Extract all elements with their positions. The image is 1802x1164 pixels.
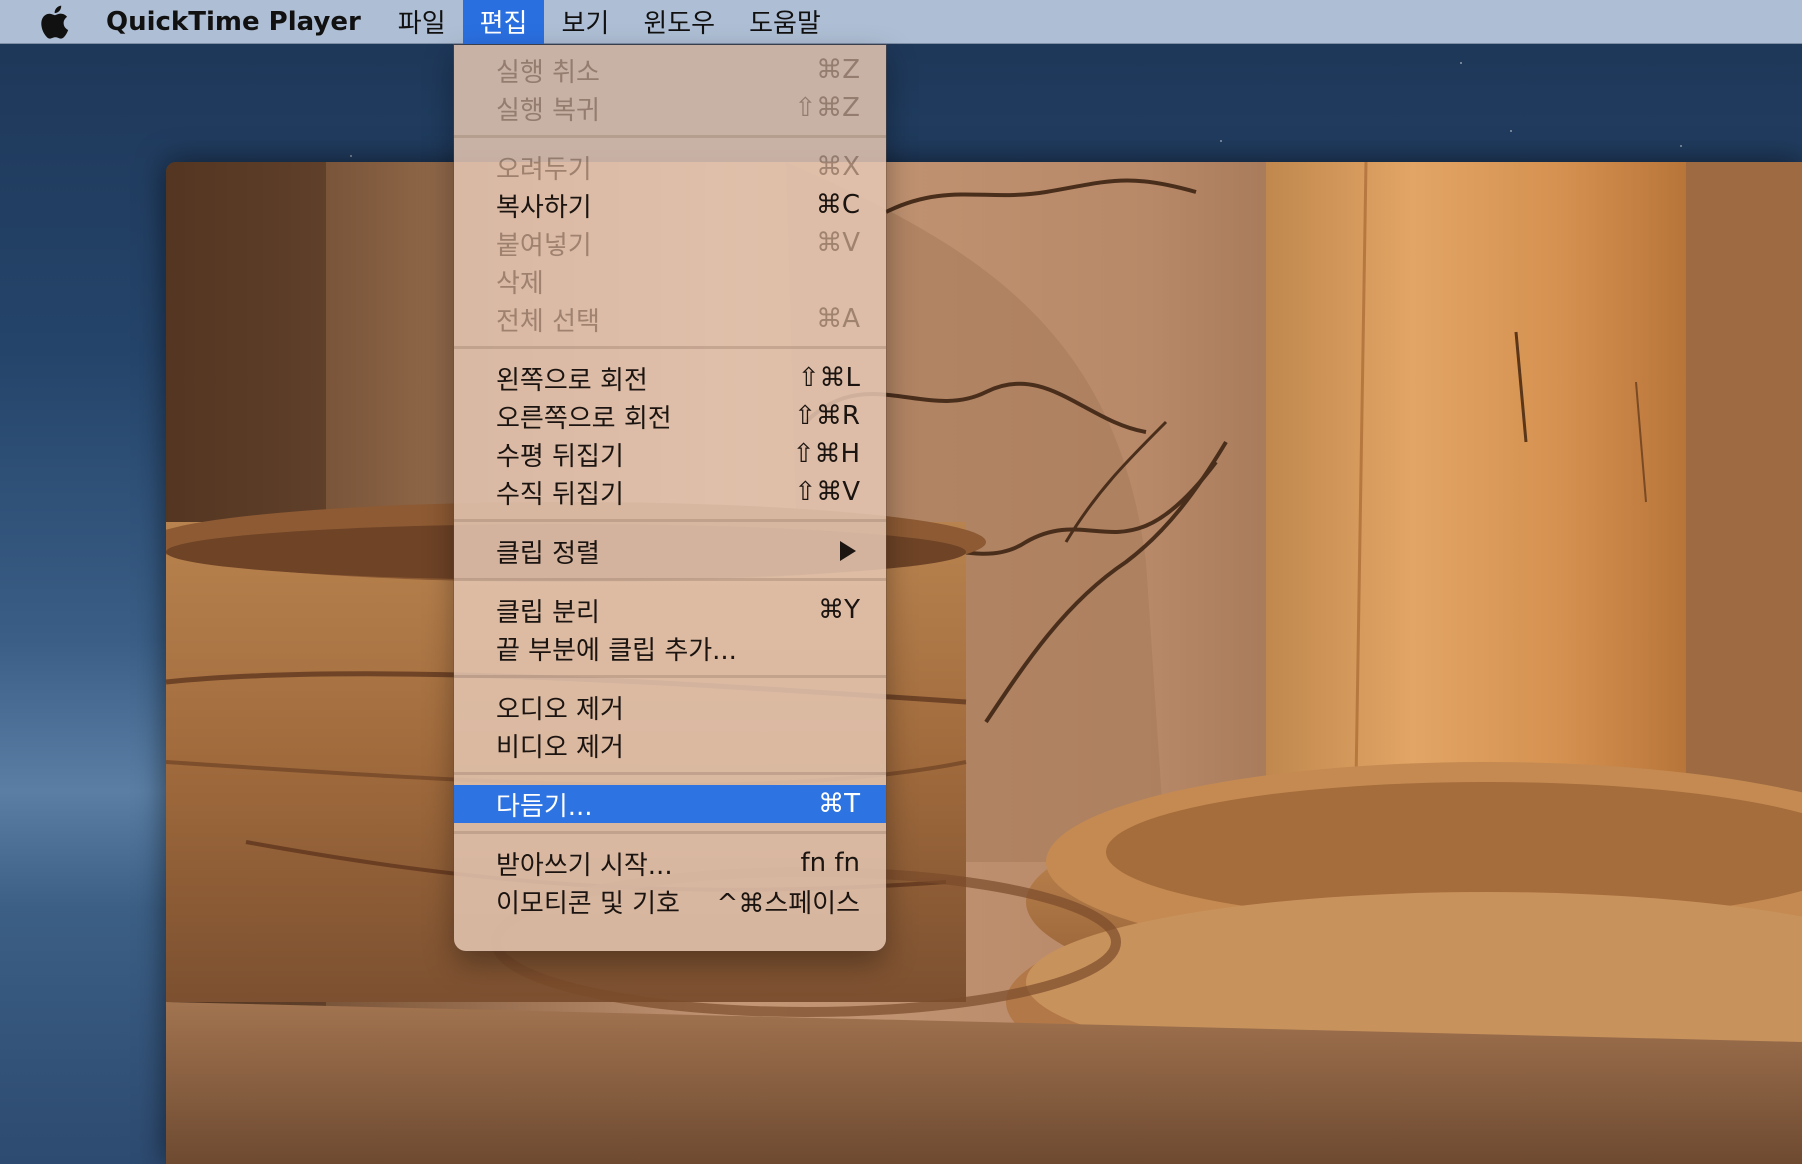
- menu-item-label: 삭제: [496, 268, 544, 299]
- menu-item-label: 수평 뒤집기: [496, 441, 624, 472]
- menu-item[interactable]: 받아쓰기 시작... fn fn: [454, 844, 886, 882]
- menu-item-shortcut: ⇧⌘Z: [794, 93, 860, 123]
- menu-item[interactable]: 왼쪽으로 회전 ⇧⌘L: [454, 359, 886, 397]
- menu-item[interactable]: 끝 부분에 클립 추가...: [454, 629, 886, 667]
- menu-item-shortcut: ⌘Y: [818, 595, 860, 625]
- menu-item-label: 끝 부분에 클립 추가...: [496, 635, 737, 666]
- menubar-help[interactable]: 도움말: [732, 0, 838, 44]
- menu-item-shortcut: ⌘A: [816, 304, 860, 334]
- menu-item-label: 실행 복귀: [496, 95, 600, 126]
- menu-item[interactable]: 다듬기... ⌘T: [454, 785, 886, 823]
- menu-item[interactable]: 비디오 제거: [454, 726, 886, 764]
- menu-item-shortcut: ⇧⌘L: [797, 363, 860, 393]
- menu-item-shortcut: ⌘V: [816, 228, 860, 258]
- menu-separator: [454, 519, 886, 522]
- menu-item-label: 실행 취소: [496, 57, 600, 88]
- menu-item[interactable]: 클립 정렬: [454, 532, 886, 570]
- menu-item[interactable]: 오른쪽으로 회전 ⇧⌘R: [454, 397, 886, 435]
- menu-bar: QuickTime Player 파일 편집 보기 윈도우 도움말: [0, 0, 1802, 44]
- menu-item-shortcut: ⇧⌘V: [794, 477, 860, 507]
- menu-item[interactable]: 수평 뒤집기 ⇧⌘H: [454, 435, 886, 473]
- menu-item[interactable]: 수직 뒤집기 ⇧⌘V: [454, 473, 886, 511]
- chevron-right-icon: [840, 541, 856, 561]
- menu-item: 실행 취소 ⌘Z: [454, 51, 886, 89]
- menu-separator: [454, 346, 886, 349]
- menu-item: 붙여넣기 ⌘V: [454, 224, 886, 262]
- menu-item: 오려두기 ⌘X: [454, 148, 886, 186]
- video-frame-image: [166, 162, 1802, 1164]
- menu-item-shortcut: ^⌘스페이스: [716, 888, 860, 919]
- menu-item: 실행 복귀 ⇧⌘Z: [454, 89, 886, 127]
- menu-item: 전체 선택 ⌘A: [454, 300, 886, 338]
- menu-item-label: 오른쪽으로 회전: [496, 403, 672, 434]
- menu-item-label: 전체 선택: [496, 306, 600, 337]
- quicktime-player-window[interactable]: [166, 162, 1802, 1164]
- menu-item-label: 수직 뒤집기: [496, 479, 624, 510]
- menu-separator: [454, 578, 886, 581]
- menubar-window[interactable]: 윈도우: [626, 0, 732, 44]
- menu-item-label: 붙여넣기: [496, 230, 592, 261]
- menubar-edit[interactable]: 편집: [462, 0, 545, 44]
- menu-separator: [454, 135, 886, 138]
- edit-dropdown-menu: 실행 취소 ⌘Z 실행 복귀 ⇧⌘Z 오려두기 ⌘X 복사하기 ⌘C 붙여넣기 ⌘V 삭제 전체 선택…: [454, 45, 886, 951]
- menu-item-label: 복사하기: [496, 192, 592, 223]
- menu-item-label: 받아쓰기 시작...: [496, 850, 673, 881]
- menu-separator: [454, 675, 886, 678]
- menu-separator: [454, 772, 886, 775]
- menu-item[interactable]: 오디오 제거: [454, 688, 886, 726]
- menu-item-shortcut: ⇧⌘R: [794, 401, 860, 431]
- menu-item: 삭제: [454, 262, 886, 300]
- menu-item-shortcut: ⇧⌘H: [792, 439, 860, 469]
- menu-item[interactable]: 클립 분리 ⌘Y: [454, 591, 886, 629]
- menubar-view[interactable]: 보기: [544, 0, 626, 44]
- menu-item-shortcut: ⌘X: [816, 152, 860, 182]
- menu-item[interactable]: 복사하기 ⌘C: [454, 186, 886, 224]
- menu-item-shortcut: ⌘C: [815, 190, 860, 220]
- menubar-file[interactable]: 파일: [381, 0, 463, 44]
- menu-item-shortcut: fn fn: [800, 848, 860, 878]
- menu-item[interactable]: 이모티콘 및 기호 ^⌘스페이스: [454, 882, 886, 920]
- menu-item-label: 다듬기...: [496, 791, 593, 822]
- menu-item-label: 클립 정렬: [496, 538, 600, 569]
- menu-item-label: 오려두기: [496, 154, 592, 185]
- menu-item-label: 오디오 제거: [496, 694, 624, 725]
- menu-item-shortcut: ⌘T: [818, 789, 860, 819]
- menu-item-label: 클립 분리: [496, 597, 600, 628]
- menu-item-shortcut: ⌘Z: [816, 55, 860, 85]
- menu-item-label: 비디오 제거: [496, 732, 624, 763]
- menu-separator: [454, 831, 886, 834]
- menu-item-label: 이모티콘 및 기호: [496, 888, 680, 919]
- menubar-app-name[interactable]: QuickTime Player: [82, 0, 381, 44]
- menu-item-label: 왼쪽으로 회전: [496, 365, 648, 396]
- apple-logo-icon[interactable]: [26, 0, 82, 44]
